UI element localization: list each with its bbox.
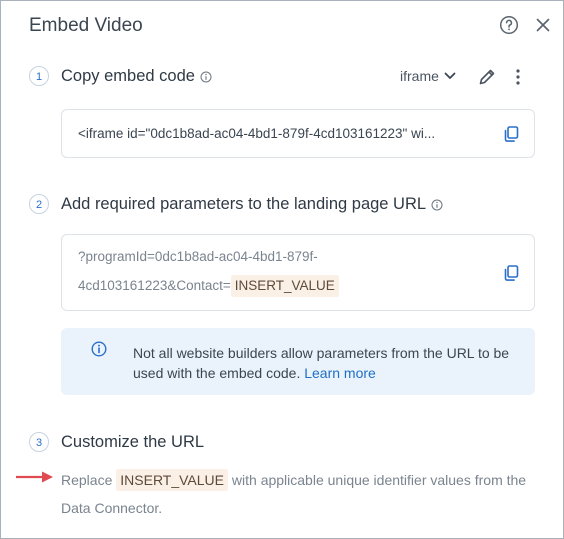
step-3-title: Customize the URL bbox=[61, 433, 205, 451]
param-line-2-text: 4cd103161223&Contact= bbox=[78, 278, 231, 293]
arrow-right-icon bbox=[16, 471, 53, 483]
copy-icon[interactable] bbox=[502, 125, 520, 143]
embed-code-box: <iframe id="0dc1b8ad-ac04-4bd1-879f-4cd1… bbox=[61, 109, 535, 158]
learn-more-link[interactable]: Learn more bbox=[304, 365, 376, 381]
copy-icon[interactable] bbox=[502, 264, 520, 282]
step-1-title-text: Copy embed code bbox=[61, 67, 195, 85]
embed-type-value: iframe bbox=[400, 68, 439, 84]
step-2-title-text: Add required parameters to the landing p… bbox=[61, 195, 427, 213]
step-2-number: 2 bbox=[29, 194, 49, 214]
param-line-2[interactable]: 4cd103161223&Contact= INSERT_VALUE bbox=[78, 275, 339, 297]
step-1-title: Copy embed code bbox=[61, 67, 212, 86]
embed-code-text[interactable]: <iframe id="0dc1b8ad-ac04-4bd1-879f-4cd1… bbox=[78, 126, 435, 141]
insert-value-token: INSERT_VALUE bbox=[116, 469, 229, 491]
url-parameters-box: ?programId=0dc1b8ad-ac04-4bd1-879f- 4cd1… bbox=[61, 234, 535, 311]
info-notice: Not all website builders allow parameter… bbox=[61, 328, 535, 395]
dialog-title: Embed Video bbox=[29, 15, 143, 36]
desc-prefix: Replace bbox=[61, 472, 113, 488]
step-1-number: 1 bbox=[29, 66, 49, 86]
info-circle-icon bbox=[91, 341, 107, 357]
notice-text: Not all website builders allow parameter… bbox=[133, 343, 513, 383]
close-icon[interactable] bbox=[533, 15, 553, 35]
chevron-down-icon bbox=[444, 72, 456, 79]
customize-description: Replace INSERT_VALUE with applicable uni… bbox=[61, 466, 531, 522]
pencil-icon[interactable] bbox=[477, 67, 497, 87]
embed-video-dialog: Embed Video 1 Copy embed code iframe <if… bbox=[0, 0, 564, 539]
step-3-number: 3 bbox=[29, 432, 49, 452]
info-icon[interactable] bbox=[431, 199, 443, 211]
insert-value-token: INSERT_VALUE bbox=[230, 275, 339, 297]
more-options-icon[interactable] bbox=[511, 67, 525, 87]
embed-type-dropdown[interactable]: iframe bbox=[400, 68, 456, 84]
step-2-title: Add required parameters to the landing p… bbox=[61, 195, 443, 214]
param-line-1[interactable]: ?programId=0dc1b8ad-ac04-4bd1-879f- bbox=[78, 249, 318, 264]
info-icon[interactable] bbox=[200, 71, 212, 83]
help-circle-icon[interactable] bbox=[499, 15, 519, 35]
